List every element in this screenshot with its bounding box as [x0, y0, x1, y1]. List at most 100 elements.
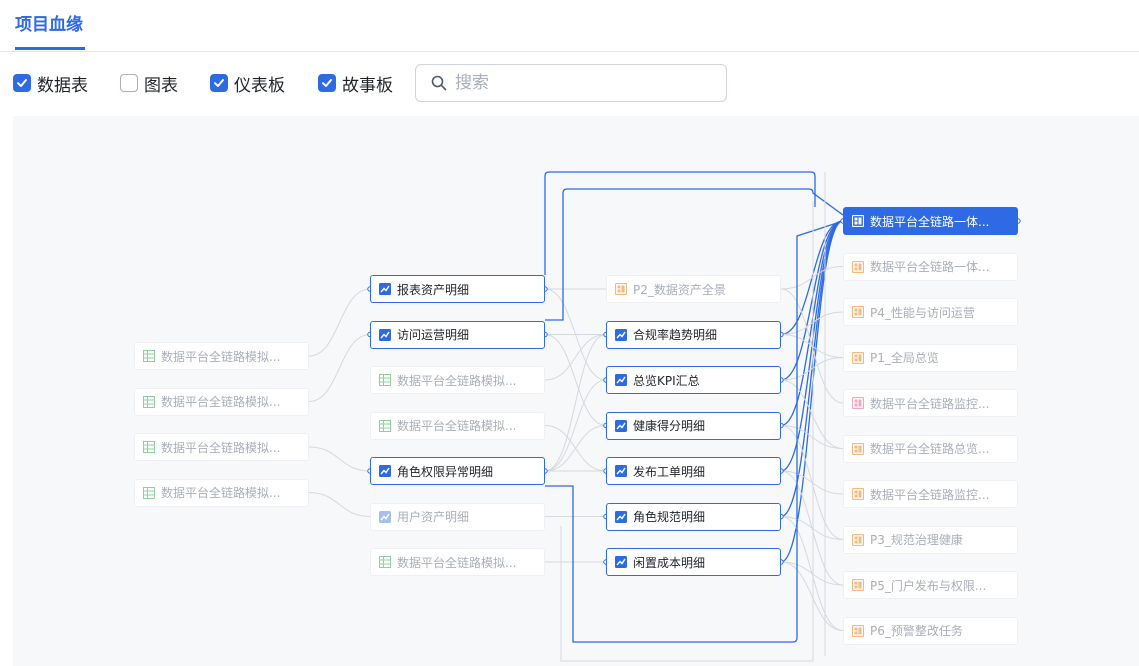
- node-label: 发布工单明细: [633, 464, 706, 479]
- lineage-edge: [544, 334, 607, 472]
- node-label: P1_全局总览: [870, 351, 939, 365]
- node-label: 数据平台全链路监控...: [870, 487, 990, 502]
- chart-icon: [615, 465, 627, 477]
- dashboard-icon: [852, 260, 864, 273]
- dashboard-icon: [852, 579, 864, 591]
- checkbox-icon[interactable]: [13, 74, 31, 92]
- lineage-node-d7[interactable]: P3_规范治理健康: [843, 525, 1018, 554]
- chart-icon: [379, 328, 391, 341]
- table-icon: [379, 374, 391, 386]
- filter-dashboard[interactable]: 仪表板: [210, 72, 285, 96]
- dashboard-icon: [852, 624, 864, 637]
- filter-bar: 数据表 图表 仪表板 故事板: [0, 64, 1139, 104]
- node-label: P6_预警整改任务: [870, 624, 963, 638]
- table-icon: [379, 419, 391, 432]
- node-label: 总览KPI汇总: [633, 373, 700, 388]
- node-label: 报表资产明细: [397, 282, 470, 297]
- lineage-edge: [780, 357, 844, 381]
- tab-project-lineage[interactable]: 项目血缘: [15, 10, 83, 35]
- lineage-node-m1[interactable]: 合规率趋势明细: [606, 320, 781, 349]
- node-label: 闲置成本明细: [633, 555, 706, 570]
- lineage-edge: [780, 266, 844, 290]
- dashboard-icon: [852, 306, 864, 318]
- node-label: 数据平台全链路一体...: [870, 214, 990, 229]
- lineage-edge: [780, 220, 844, 381]
- checkbox-icon[interactable]: [210, 74, 228, 92]
- lineage-edge: [308, 334, 371, 402]
- lineage-node-m0[interactable]: P2_数据资产全景: [606, 275, 781, 303]
- chart-icon: [379, 283, 391, 295]
- node-label: 数据平台全链路总览...: [870, 442, 990, 456]
- lineage-node-m2[interactable]: 总览KPI汇总: [606, 366, 781, 394]
- lineage-edge: [780, 220, 844, 563]
- lineage-edge: [544, 379, 607, 472]
- chart-icon: [615, 328, 627, 341]
- table-icon: [143, 441, 155, 453]
- filter-label: 仪表板: [234, 75, 285, 96]
- lineage-node-d3[interactable]: P1_全局总览: [843, 343, 1018, 372]
- lineage-edge: [544, 334, 607, 426]
- lineage-node-d8[interactable]: P5_门户发布与权限...: [843, 571, 1018, 599]
- lineage-node-d0[interactable]: 数据平台全链路一体...: [843, 207, 1018, 235]
- node-label: 数据平台全链路模拟...: [397, 555, 517, 570]
- node-label: 数据平台全链路模拟...: [161, 486, 281, 500]
- lineage-node-m5[interactable]: 角色规范明细: [606, 502, 781, 531]
- node-label: 数据平台全链路模拟...: [397, 419, 517, 433]
- lineage-node-c6[interactable]: 用户资产明细: [370, 502, 545, 531]
- lineage-canvas[interactable]: 数据平台全链路模拟... 数据平台全链路模拟... 数据平台全链路模拟... 数据平台…: [13, 116, 1139, 666]
- tab-active-indicator: [15, 47, 85, 50]
- node-label: 访问运营明细: [397, 328, 470, 342]
- lineage-node-t3[interactable]: 数据平台全链路模拟...: [134, 433, 309, 461]
- filter-label: 图表: [144, 75, 178, 96]
- lineage-edge: [544, 334, 607, 381]
- filter-label: 数据表: [37, 75, 88, 96]
- node-label: 合规率趋势明细: [633, 328, 718, 342]
- lineage-node-d5[interactable]: 数据平台全链路总览...: [843, 434, 1018, 463]
- table-icon: [143, 350, 155, 362]
- filter-chart[interactable]: 图表: [120, 72, 178, 96]
- node-label: 数据平台全链路监控...: [870, 396, 990, 411]
- lineage-edge: [308, 446, 371, 472]
- node-label: 数据平台全链路模拟...: [161, 440, 281, 455]
- lineage-node-d9[interactable]: P6_预警整改任务: [843, 616, 1018, 645]
- lineage-node-t2[interactable]: 数据平台全链路模拟...: [134, 387, 309, 416]
- node-label: 用户资产明细: [397, 510, 470, 524]
- lineage-node-d6[interactable]: 数据平台全链路监控...: [843, 480, 1018, 508]
- lineage-node-d2[interactable]: P4_性能与访问运营: [843, 298, 1018, 326]
- node-label: P5_门户发布与权限...: [870, 578, 987, 593]
- lineage-node-c3[interactable]: 数据平台全链路模拟...: [370, 366, 545, 394]
- lineage-edge: [308, 288, 371, 357]
- checkbox-icon[interactable]: [120, 74, 138, 92]
- lineage-node-d1[interactable]: 数据平台全链路一体...: [843, 252, 1018, 281]
- lineage-node-c4[interactable]: 数据平台全链路模拟...: [370, 411, 545, 440]
- node-label: 数据平台全链路模拟...: [397, 373, 517, 388]
- page-header: 项目血缘: [0, 0, 1139, 52]
- lineage-node-c1[interactable]: 报表资产明细: [370, 275, 545, 303]
- filter-table[interactable]: 数据表: [13, 72, 88, 96]
- lineage-node-t1[interactable]: 数据平台全链路模拟...: [134, 342, 309, 370]
- node-label: 健康得分明细: [633, 419, 706, 433]
- lineage-node-m3[interactable]: 健康得分明细: [606, 411, 781, 440]
- chart-icon: [615, 419, 627, 432]
- lineage-node-c2[interactable]: 访问运营明细: [370, 320, 545, 349]
- search-input[interactable]: [453, 72, 707, 94]
- table-icon: [143, 486, 155, 499]
- chart-icon: [615, 374, 627, 386]
- lineage-node-m4[interactable]: 发布工单明细: [606, 457, 781, 485]
- search-box[interactable]: [415, 64, 727, 102]
- lineage-node-c7[interactable]: 数据平台全链路模拟...: [370, 548, 545, 576]
- node-label: 数据平台全链路模拟...: [161, 349, 281, 364]
- table-icon: [143, 395, 155, 408]
- lineage-node-d4[interactable]: 数据平台全链路监控...: [843, 389, 1018, 417]
- lineage-node-t4[interactable]: 数据平台全链路模拟...: [134, 478, 309, 507]
- lineage-node-c5[interactable]: 角色权限异常明细: [370, 457, 545, 485]
- table-icon: [379, 556, 391, 568]
- dashboard-icon: [852, 351, 864, 364]
- dashboard-icon: [852, 533, 864, 546]
- search-icon: [431, 75, 447, 91]
- filter-storyboard[interactable]: 故事板: [318, 72, 393, 96]
- checkbox-icon[interactable]: [318, 74, 336, 92]
- lineage-node-m6[interactable]: 闲置成本明细: [606, 548, 781, 576]
- dashboard-icon: [852, 488, 864, 500]
- story-icon: [852, 397, 864, 409]
